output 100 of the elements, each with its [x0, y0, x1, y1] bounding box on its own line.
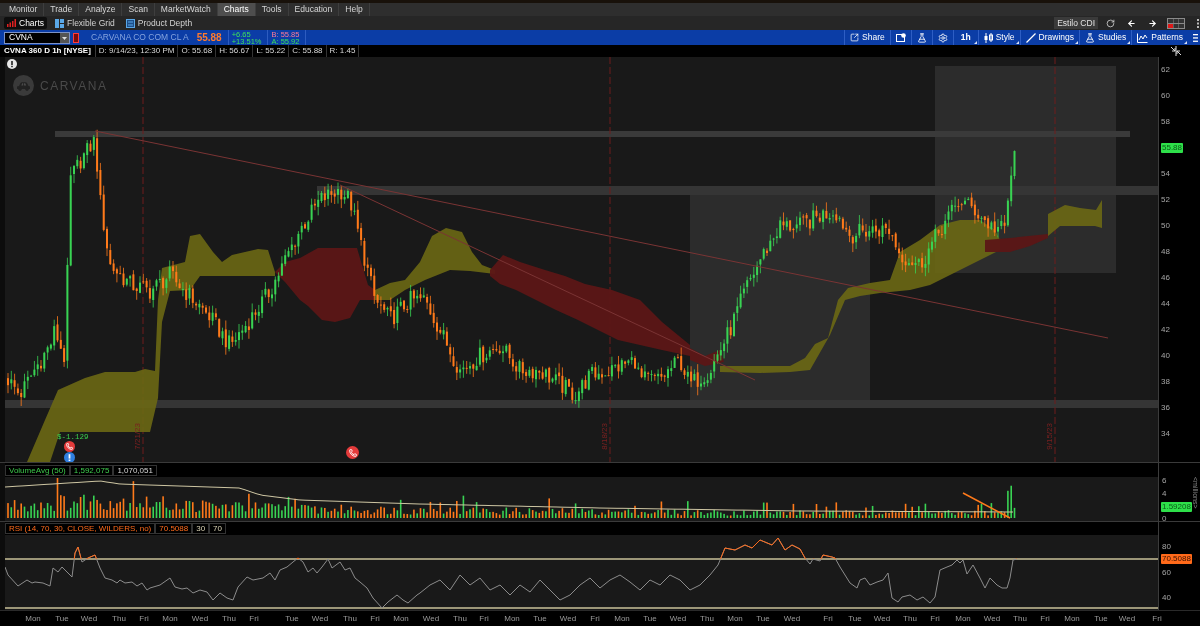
axis-label: 60: [1161, 91, 1170, 101]
date-marker-label: 9/15/23: [1045, 423, 1054, 450]
time-axis-label: Thu: [453, 614, 467, 624]
study-reading: 30: [192, 523, 210, 534]
time-axis-label: Tue: [1094, 614, 1108, 624]
sub-tab[interactable]: Product Depth: [122, 17, 196, 29]
time-axis-label: Fri: [370, 614, 380, 624]
axis-label: 58: [1161, 117, 1170, 127]
study-reading: 70.5088: [155, 523, 193, 534]
settings-icon: [937, 32, 948, 43]
axis-label: 62: [1161, 65, 1170, 75]
bar-chart-icon: [7, 19, 16, 27]
pattern-icon: [1137, 32, 1149, 43]
time-axis-label: Fri: [139, 614, 149, 624]
time-axis-label: Wed: [1118, 614, 1136, 624]
time-axis-label: Thu: [222, 614, 236, 624]
time-axis-label: Mon: [25, 614, 41, 624]
last-rsi-tag: 70.5088: [1161, 554, 1192, 564]
time-axis-label: Tue: [756, 614, 770, 624]
axis-label: 0: [1162, 514, 1167, 524]
time-axis-label: Tue: [285, 614, 299, 624]
line-icon: [1025, 32, 1036, 43]
time-axis-label: Thu: [903, 614, 917, 624]
phone-icon: [346, 446, 359, 459]
time-axis-label: Thu: [343, 614, 357, 624]
menu-icon[interactable]: [1193, 33, 1198, 42]
time-axis-label: Fri: [249, 614, 259, 624]
axis-label: 48: [1161, 247, 1170, 257]
time-axis-label: Mon: [1064, 614, 1080, 624]
time-axis-label: Thu: [1013, 614, 1027, 624]
study-reading: 70: [209, 523, 226, 534]
sub-tab[interactable]: Flexible Grid: [52, 17, 118, 29]
exclamation-icon: [64, 452, 75, 462]
curved-arrow-icon[interactable]: [1106, 18, 1115, 28]
axis-label: 42: [1161, 325, 1170, 335]
style-preset-button[interactable]: Estilo CDI: [1054, 17, 1098, 29]
time-axis-label: Thu: [112, 614, 126, 624]
axis-label: 40: [1162, 593, 1171, 603]
time-axis-label: Fri: [823, 614, 833, 624]
last-price-tag: 55.88: [1161, 143, 1184, 153]
time-axis-label: Mon: [614, 614, 630, 624]
time-axis-label: Thu: [700, 614, 714, 624]
time-axis-label: Fri: [590, 614, 600, 624]
time-axis-label: Mon: [393, 614, 409, 624]
axis-label: 52: [1161, 195, 1170, 205]
time-axis-label: Mon: [504, 614, 520, 624]
company-name: CARVANA CO COM CL A: [91, 31, 189, 44]
last-volume-tag: 1.59208: [1161, 502, 1192, 512]
study-reading: 1,070,051: [113, 464, 157, 476]
flask-icon: [1085, 32, 1095, 43]
arrow-left-icon[interactable]: [1127, 18, 1136, 28]
study-reading: 1,592,075: [69, 464, 114, 476]
time-axis-label: Wed: [873, 614, 891, 624]
axis-label: 46: [1161, 273, 1170, 283]
tiles-icon: [55, 18, 65, 28]
axis-label: 38: [1161, 377, 1170, 387]
time-axis-label: Fri: [479, 614, 489, 624]
time-axis-label: Wed: [422, 614, 440, 624]
study-title: VolumeAvg (50): [5, 464, 70, 476]
time-axis-label: Wed: [80, 614, 98, 624]
axis-label: 50: [1161, 221, 1170, 231]
time-axis-label: Wed: [191, 614, 209, 624]
share-icon: [850, 33, 860, 42]
grid-icon[interactable]: [1167, 17, 1185, 29]
phone-icon: [64, 441, 75, 452]
depth-icon: [125, 18, 135, 28]
time-axis-label: Wed: [311, 614, 329, 624]
sub-tab[interactable]: Charts: [4, 17, 48, 29]
time-axis-label: Tue: [848, 614, 862, 624]
marker-icon: [73, 32, 79, 43]
symbol-field[interactable]: CVNA: [4, 31, 70, 44]
time-axis-label: Mon: [162, 614, 178, 624]
time-axis-label: Tue: [643, 614, 657, 624]
caret-down-icon: [60, 32, 69, 43]
more-dots-icon[interactable]: [1197, 18, 1200, 28]
window-icon: [895, 33, 906, 42]
time-axis-label: Wed: [559, 614, 577, 624]
axis-label: 44: [1161, 299, 1170, 309]
axis-label: 54: [1161, 169, 1170, 179]
flask-icon: [916, 32, 927, 43]
date-marker-label: 7/21/23: [133, 423, 142, 450]
time-axis-label: Tue: [533, 614, 547, 624]
time-axis-label: Mon: [727, 614, 743, 624]
study-title: RSI (14, 70, 30, CLOSE, WILDERS, no): [5, 523, 156, 534]
time-axis-label: Fri: [1152, 614, 1162, 624]
axis-label: 6: [1162, 476, 1167, 486]
time-axis-label: Wed: [983, 614, 1001, 624]
arrow-right-icon[interactable]: [1148, 18, 1157, 28]
axis-label: 40: [1161, 351, 1170, 361]
time-axis-label: Fri: [1040, 614, 1050, 624]
time-axis-label: Mon: [955, 614, 971, 624]
date-marker-label: 8/18/23: [600, 423, 609, 450]
time-axis-label: Wed: [783, 614, 801, 624]
collapse-arrows-icon[interactable]: [1170, 46, 1182, 56]
menu-item[interactable]: Charts: [217, 3, 256, 16]
time-axis-label: Wed: [669, 614, 687, 624]
axis-label: 80: [1162, 542, 1171, 552]
axis-label: 60: [1162, 568, 1171, 578]
candles-icon: [983, 32, 993, 43]
car-logo-icon: [13, 75, 34, 96]
